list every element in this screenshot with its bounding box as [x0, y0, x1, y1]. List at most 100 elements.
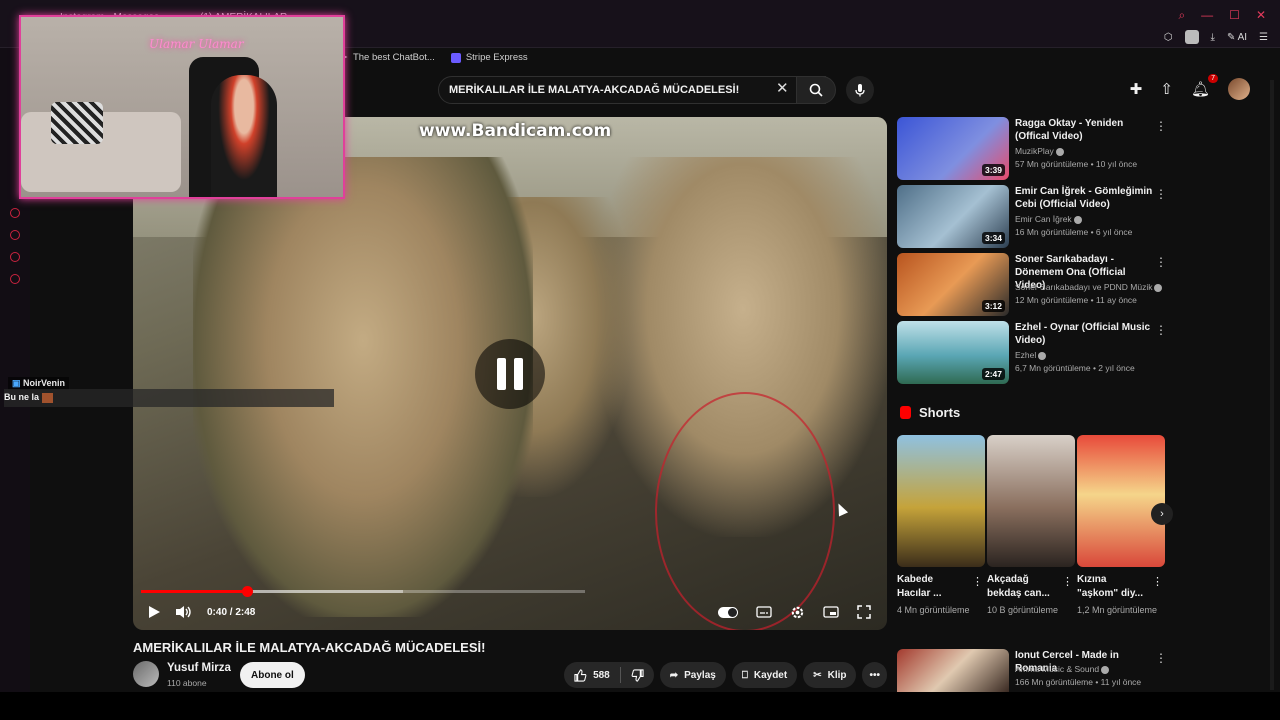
channel-name[interactable]: Yusuf Mirza — [167, 662, 231, 674]
recommendation-channel[interactable]: Emir Can İğrek — [1015, 214, 1082, 224]
recommendation-item[interactable]: 3:12 Soner Sarıkabadayı - Dönemem Ona (O… — [897, 253, 1177, 317]
share-button[interactable]: ➦ Paylaş — [659, 662, 726, 688]
more-icon[interactable]: ⋮ — [1155, 187, 1167, 201]
emote-icon — [41, 392, 53, 403]
search-icon — [809, 83, 823, 97]
scissors-icon: ✂ — [813, 669, 822, 681]
more-icon[interactable]: ⋮ — [1155, 651, 1167, 665]
channel-avatar[interactable] — [133, 661, 159, 687]
voice-search-button[interactable] — [846, 76, 874, 104]
short-item[interactable]: Akçadağ bekdaş can... 10 B görüntüleme ⋮ — [987, 435, 1075, 617]
scrollbar[interactable] — [1270, 80, 1274, 690]
maximize-icon[interactable]: ☐ — [1229, 8, 1240, 23]
chat-message-text: Bu ne la — [4, 392, 40, 402]
clear-icon[interactable]: ✕ — [776, 79, 789, 97]
ai-label: AI — [1237, 31, 1248, 43]
recommendation-channel-name: MuzikPlay — [1015, 146, 1054, 156]
recommendation-channel[interactable]: Ezhel — [1015, 350, 1047, 360]
webcam-pillow — [51, 102, 103, 144]
close-icon[interactable]: ✕ — [1256, 8, 1266, 23]
subtitles-icon[interactable] — [756, 606, 772, 618]
short-item[interactable]: Kabede Hacılar ... 4 Mn görüntüleme ⋮ — [897, 435, 985, 617]
chat-username-text: NoirVenin — [23, 378, 66, 388]
search-input[interactable]: MERİKALILAR İLE MALATYA-AKCADAĞ MÜCADELE… — [438, 76, 826, 104]
bookmark-chatbot[interactable]: ➤The best ChatBot... — [340, 52, 435, 63]
more-actions-button[interactable]: ••• — [862, 662, 887, 688]
chat-message: Bu ne la — [4, 389, 334, 407]
save-button[interactable]: ⎕ Kaydet — [731, 662, 798, 688]
autoplay-toggle[interactable] — [718, 606, 738, 618]
play-icon[interactable] — [147, 605, 161, 619]
subscribe-button[interactable]: Abone ol — [240, 662, 305, 688]
recommendation-item[interactable]: 3:34 Emir Can İğrek - Gömleğimin Cebi (O… — [897, 185, 1177, 249]
more-icon[interactable]: ⋮ — [1152, 575, 1163, 588]
short-thumbnail[interactable] — [1077, 435, 1165, 567]
verified-icon — [1154, 283, 1163, 292]
bookmarks-bar: ➤The best ChatBot... Stripe Express — [340, 52, 528, 63]
recommendation-thumbnail[interactable]: 3:12 — [897, 253, 1009, 316]
short-item[interactable]: Kızına "aşkom" diy... 1,2 Mn görüntüleme… — [1077, 435, 1165, 617]
more-icon[interactable]: ⋮ — [1155, 255, 1167, 269]
recommendation-thumbnail[interactable]: 3:34 — [897, 185, 1009, 248]
progress-fill — [141, 590, 247, 593]
recommendation-title[interactable]: Ragga Oktay - Yeniden (Offical Video) — [1015, 117, 1155, 143]
bookmark-stripe[interactable]: Stripe Express — [450, 52, 528, 63]
search-button[interactable] — [796, 76, 836, 104]
settings-icon[interactable] — [790, 605, 805, 620]
ai-button[interactable]: ✎ AI — [1227, 32, 1247, 43]
stripe-icon — [450, 52, 461, 63]
duration-badge: 3:34 — [981, 232, 1005, 244]
profile-avatar[interactable] — [1184, 30, 1199, 44]
more-icon[interactable]: ⋮ — [1155, 119, 1167, 133]
progress-bar[interactable] — [141, 586, 585, 597]
miniplayer-icon[interactable] — [823, 606, 839, 618]
scrubber-handle[interactable] — [241, 586, 253, 597]
shorts-logo-icon — [900, 406, 911, 419]
recommendation-item[interactable]: 2:47 Ezhel - Oynar (Official Music Video… — [897, 321, 1177, 385]
bookmark-label: Stripe Express — [465, 52, 528, 63]
upload-icon[interactable]: ⇧ — [1160, 80, 1173, 98]
recommendation-channel-name: Ezhel — [1015, 350, 1037, 360]
recommendation-thumbnail[interactable]: 3:39 — [897, 117, 1009, 180]
more-icon[interactable]: ⋮ — [1155, 323, 1167, 337]
menu-icon[interactable]: ☰ — [1259, 32, 1268, 43]
shorts-next-button[interactable]: › — [1151, 503, 1173, 525]
volume-icon[interactable] — [175, 605, 193, 619]
short-title[interactable]: Kabede Hacılar ... — [897, 573, 969, 601]
search-icon[interactable]: ⌕ — [1178, 8, 1185, 23]
short-thumbnail[interactable] — [897, 435, 985, 567]
recommendation-channel[interactable]: Soner Sarıkabadayı ve PDND Müzik — [1015, 282, 1163, 292]
clip-button[interactable]: ✂ Klip — [803, 662, 857, 688]
recommendation-thumbnail[interactable]: 2:47 — [897, 321, 1009, 384]
recommendation-item[interactable]: 3:39 Ragga Oktay - Yeniden (Offical Vide… — [897, 117, 1177, 181]
taskbar-strip — [0, 692, 1280, 720]
like-button[interactable]: 588 — [564, 662, 654, 688]
recommendation-channel[interactable]: MuzikPlay — [1015, 146, 1064, 156]
center-pause-button[interactable] — [475, 339, 545, 409]
short-title[interactable]: Akçadağ bekdaş can... — [987, 573, 1059, 601]
recommendation-thumbnail[interactable] — [897, 649, 1009, 692]
extensions-icon[interactable] — [10, 252, 20, 262]
recommendation-channel[interactable]: Amma Music & Sound — [1015, 664, 1110, 674]
thumbs-down-icon[interactable] — [631, 668, 644, 682]
fullscreen-icon[interactable] — [857, 605, 871, 619]
history-icon[interactable] — [10, 230, 20, 240]
player-icon[interactable] — [10, 208, 20, 218]
recommendation-meta: 57 Mn görüntüleme • 10 yıl önce — [1015, 159, 1138, 169]
create-icon[interactable]: ✚ — [1130, 80, 1143, 98]
settings-icon[interactable] — [10, 274, 20, 284]
account-avatar[interactable] — [1228, 78, 1250, 100]
minimize-icon[interactable]: — — [1201, 8, 1213, 23]
notifications-button[interactable]: 🔔︎ 7 — [1191, 74, 1218, 98]
extensions-icon[interactable]: ⬡ — [1164, 32, 1173, 43]
mic-icon — [855, 84, 865, 97]
short-title[interactable]: Kızına "aşkom" diy... — [1077, 573, 1149, 601]
short-thumbnail[interactable] — [987, 435, 1075, 567]
duration-badge: 3:39 — [981, 164, 1005, 176]
chevron-right-icon: › — [1160, 508, 1164, 520]
download-icon[interactable]: ⤓ — [1211, 32, 1215, 43]
more-icon[interactable]: ⋮ — [1062, 575, 1073, 588]
recommendation-title[interactable]: Ezhel - Oynar (Official Music Video) — [1015, 321, 1155, 347]
more-icon[interactable]: ⋮ — [972, 575, 983, 588]
recommendation-title[interactable]: Emir Can İğrek - Gömleğimin Cebi (Offici… — [1015, 185, 1155, 211]
